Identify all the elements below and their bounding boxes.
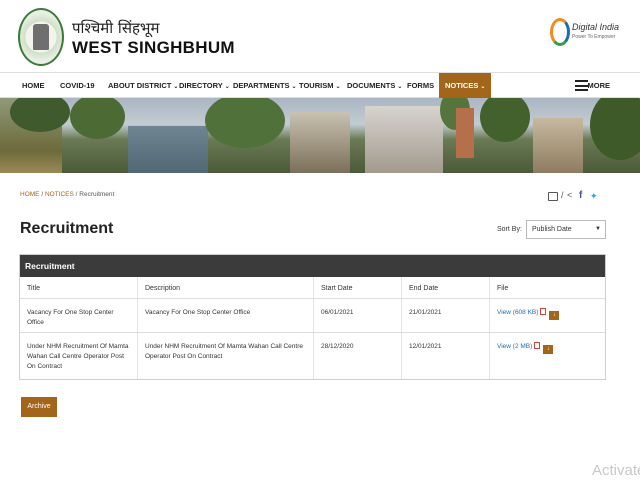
breadcrumb-notices-link[interactable]: NOTICES <box>45 191 74 198</box>
chevron-down-icon: ⌄ <box>335 84 341 90</box>
table-heading: Recruitment <box>20 255 605 277</box>
row-start-date: 06/01/2021 <box>314 299 402 332</box>
row-title: Vacancy For One Stop Center Office <box>20 299 138 332</box>
digital-india-name: Digital India <box>572 22 620 32</box>
pdf-icon <box>534 342 541 349</box>
row-start-date: 28/12/2020 <box>314 333 402 379</box>
row-description: Under NHM Recruitment Of Mamta Wahan Cal… <box>138 333 314 379</box>
row-file: View (608 KB) ↓ <box>490 299 607 332</box>
facebook-icon[interactable]: f <box>579 190 582 201</box>
row-file: View (2 MB) ↓ <box>490 333 607 379</box>
recruitment-table: Recruitment Title Description Start Date… <box>19 254 606 380</box>
main-nav: HOME COVID-19 ABOUT DISTRICT ⌄ DIRECTORY ⌄… <box>0 72 640 98</box>
table-column-headers: Title Description Start Date End Date Fi… <box>20 277 605 299</box>
chevron-down-icon: ⌄ <box>291 84 297 90</box>
column-file: File <box>497 285 509 292</box>
district-emblem-icon[interactable] <box>18 8 64 66</box>
view-file-link[interactable]: View (2 MB) <box>497 343 532 350</box>
nav-departments[interactable]: DEPARTMENTS ⌄ <box>233 73 297 98</box>
digital-india-logo[interactable]: Digital India Power To Empower <box>550 16 620 52</box>
breadcrumb-current: Recruitment <box>79 191 115 198</box>
column-start-date: Start Date <box>314 277 402 298</box>
archive-button[interactable]: Archive <box>21 397 57 417</box>
nav-home[interactable]: HOME <box>22 73 45 98</box>
column-title: Title <box>20 277 138 298</box>
chevron-down-icon: ⌄ <box>173 84 179 90</box>
digital-india-tagline: Power To Empower <box>572 34 616 40</box>
activate-watermark: Activate <box>592 462 640 479</box>
banner-image <box>0 98 640 173</box>
download-icon[interactable]: ↓ <box>549 311 560 320</box>
dropdown-arrow-icon: ▼ <box>595 226 601 232</box>
twitter-icon[interactable]: ✦ <box>590 191 598 202</box>
chevron-down-icon: ⌄ <box>224 84 230 90</box>
nav-directory[interactable]: DIRECTORY ⌄ <box>179 73 230 98</box>
table-row: Under NHM Recruitment Of Mamta Wahan Cal… <box>20 333 605 379</box>
view-file-link[interactable]: View (608 KB) <box>497 309 538 316</box>
sort-select[interactable]: Publish Date ▼ <box>526 220 606 239</box>
column-end-date: End Date <box>402 277 490 298</box>
table-row: Vacancy For One Stop Center Office Vacan… <box>20 299 605 333</box>
share-icon[interactable]: < <box>567 190 572 200</box>
site-title[interactable]: WEST SINGHBHUM <box>72 38 235 58</box>
download-icon[interactable]: ↓ <box>543 345 554 354</box>
nav-documents[interactable]: DOCUMENTS ⌄ <box>347 73 402 98</box>
nav-notices[interactable]: NOTICES ⌄ <box>439 73 492 98</box>
row-end-date: 21/01/2021 <box>402 299 490 332</box>
nav-more[interactable]: MORE <box>588 73 611 98</box>
breadcrumb-home-link[interactable]: HOME <box>20 191 40 198</box>
nav-forms[interactable]: FORMS <box>407 73 434 98</box>
chevron-down-icon: ⌄ <box>397 84 403 90</box>
row-end-date: 12/01/2021 <box>402 333 490 379</box>
nav-about-district[interactable]: ABOUT DISTRICT ⌄ <box>108 73 178 98</box>
page-title: Recruitment <box>20 220 114 237</box>
share-tools: / < f ✦ <box>548 190 604 203</box>
breadcrumb: HOME / NOTICES / Recruitment <box>20 191 115 198</box>
chevron-down-icon: ⌄ <box>480 84 486 90</box>
nav-covid-19[interactable]: COVID-19 <box>60 73 95 98</box>
nav-tourism[interactable]: TOURISM ⌄ <box>299 73 340 98</box>
site-header: पश्चिमी सिंहभूम WEST SINGHBHUM Digital I… <box>0 0 640 72</box>
digital-india-mark-icon <box>550 18 570 46</box>
site-title-hindi[interactable]: पश्चिमी सिंहभूम <box>72 18 159 38</box>
row-title: Under NHM Recruitment Of Mamta Wahan Cal… <box>20 333 138 379</box>
sort-label: Sort By: <box>497 226 522 233</box>
menu-icon[interactable] <box>575 80 588 91</box>
column-description: Description <box>138 277 314 298</box>
row-description: Vacancy For One Stop Center Office <box>138 299 314 332</box>
pdf-icon <box>540 308 547 315</box>
print-icon[interactable] <box>548 192 558 201</box>
